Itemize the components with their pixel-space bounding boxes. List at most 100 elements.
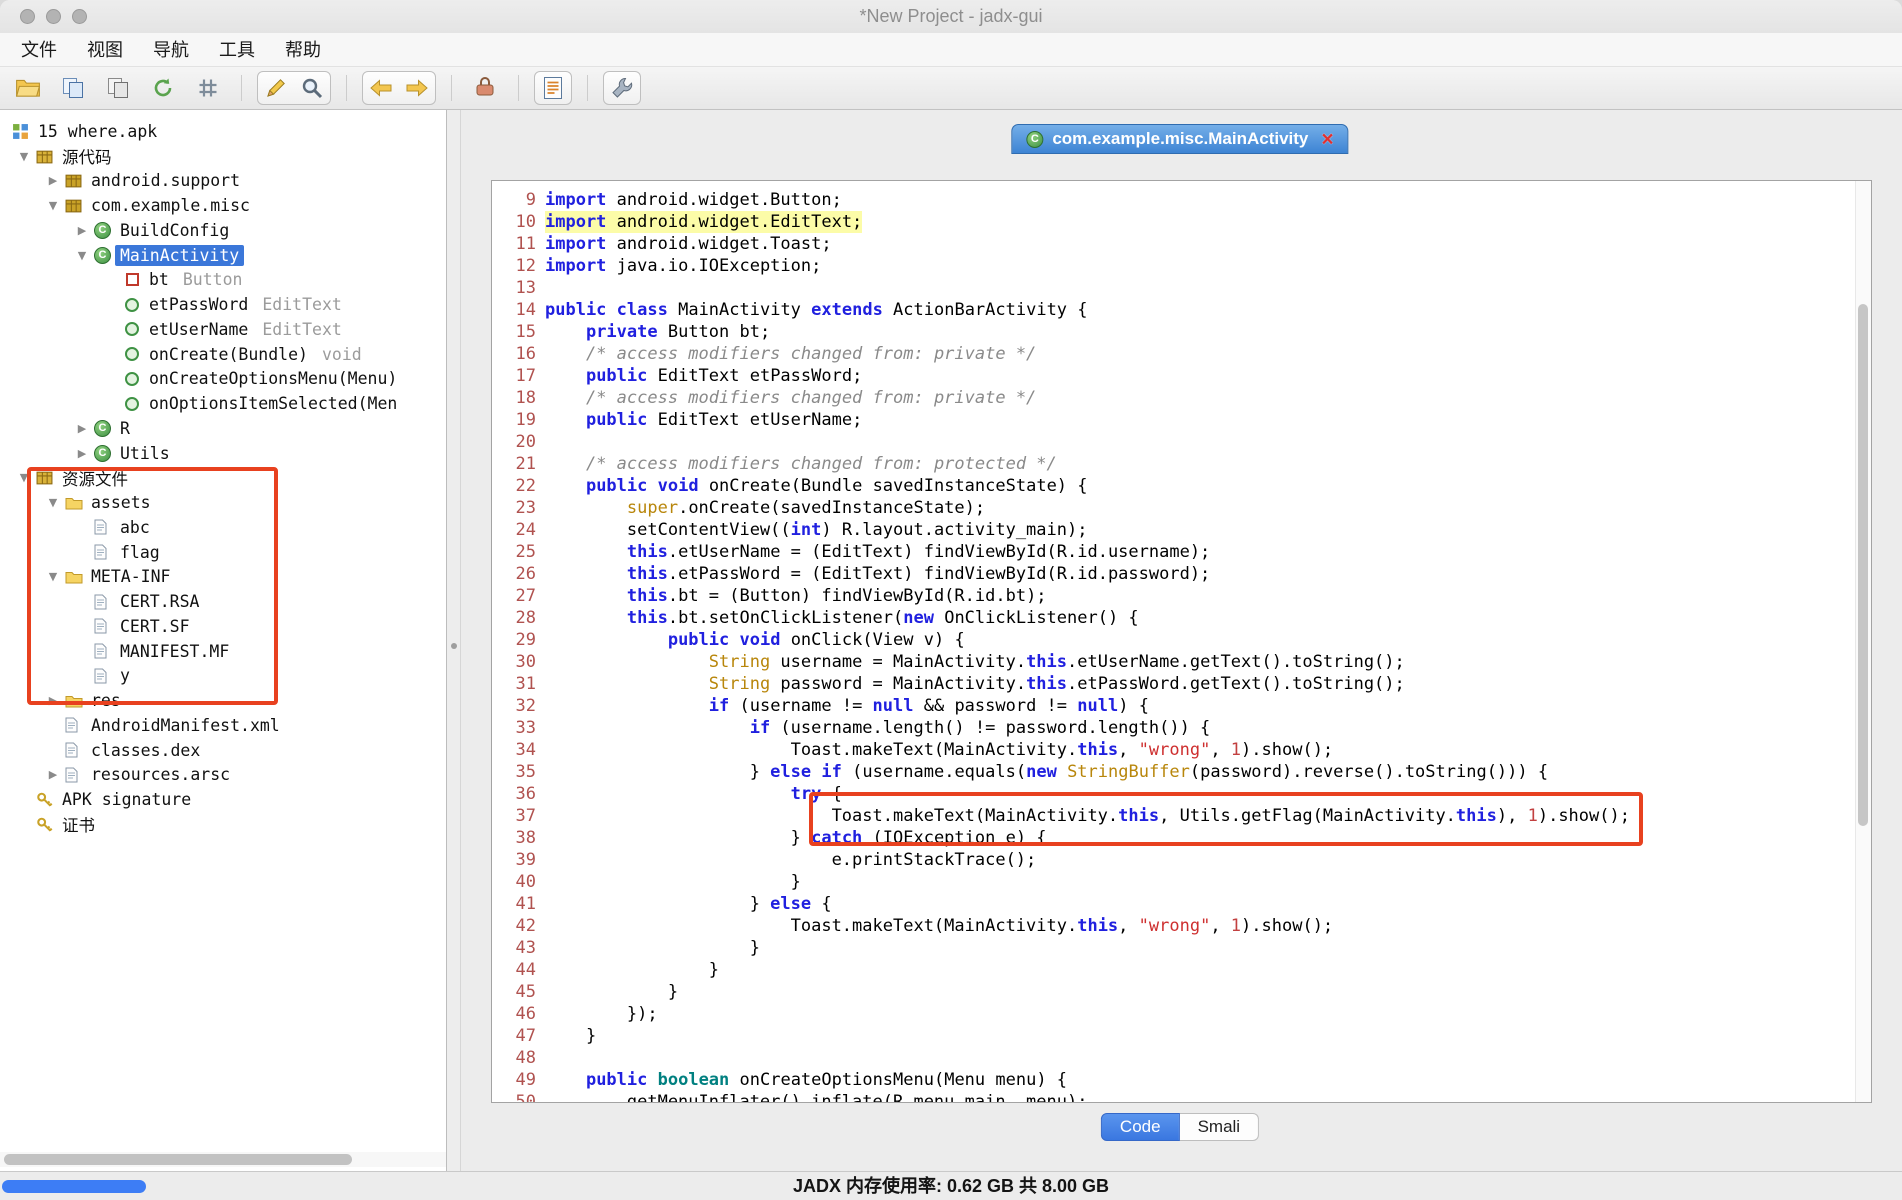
code-line-36[interactable]: 36 try { [492, 783, 1871, 805]
tree-item-onoptionsitemselected-men[interactable]: onOptionsItemSelected(Men [0, 391, 446, 416]
tree-item-buildconfig[interactable]: ▶ C BuildConfig [0, 218, 446, 243]
tree-item-y[interactable]: y [0, 664, 446, 689]
code-line-15[interactable]: 15 private Button bt; [492, 321, 1871, 343]
expand-arrow-icon[interactable]: ▶ [41, 694, 65, 707]
editor-vertical-scrollbar[interactable] [1855, 181, 1871, 1102]
expand-arrow-icon[interactable]: ▼ [41, 570, 65, 583]
code-editor[interactable]: 9 import android.widget.Button; 10 import a… [491, 180, 1872, 1103]
forward-button[interactable] [399, 72, 435, 104]
search-button[interactable] [294, 72, 330, 104]
open-file-button[interactable] [10, 72, 46, 104]
tab-mainactivity[interactable]: C com.example.misc.MainActivity × [1011, 124, 1349, 154]
code-line-32[interactable]: 32 if (username != null && password != n… [492, 695, 1871, 717]
code-line-41[interactable]: 41 } else { [492, 893, 1871, 915]
code-line-21[interactable]: 21 /* access modifiers changed from: pro… [492, 453, 1871, 475]
code-line-39[interactable]: 39 e.printStackTrace(); [492, 849, 1871, 871]
tree-horizontal-scrollbar[interactable] [0, 1152, 446, 1167]
expand-arrow-icon[interactable]: ▼ [41, 199, 65, 212]
code-line-49[interactable]: 49 public boolean onCreateOptionsMenu(Me… [492, 1069, 1871, 1091]
save-all-button[interactable] [55, 72, 91, 104]
expand-arrow-icon[interactable]: ▶ [41, 768, 65, 781]
code-line-20[interactable]: 20 [492, 431, 1871, 453]
expand-arrow-icon[interactable]: ▼ [12, 471, 36, 484]
code-line-38[interactable]: 38 } catch (IOException e) { [492, 827, 1871, 849]
tree-item-utils[interactable]: ▶ C Utils [0, 441, 446, 466]
tree-item-meta-inf[interactable]: ▼ META-INF [0, 565, 446, 590]
code-line-33[interactable]: 33 if (username.length() != password.len… [492, 717, 1871, 739]
code-line-42[interactable]: 42 Toast.makeText(MainActivity.this, "wr… [492, 915, 1871, 937]
export-button[interactable] [100, 72, 136, 104]
tree-item-flag[interactable]: flag [0, 540, 446, 565]
quark-button[interactable] [467, 72, 503, 104]
menu-help[interactable]: 帮助 [270, 33, 336, 67]
code-line-28[interactable]: 28 this.bt.setOnClickListener(new OnClic… [492, 607, 1871, 629]
code-line-13[interactable]: 13 [492, 277, 1871, 299]
code-line-10[interactable]: 10 import android.widget.EditText; [492, 211, 1871, 233]
tree-item-item-28[interactable]: 证书 [0, 812, 446, 837]
menu-view[interactable]: 视图 [72, 33, 138, 67]
tree-item-item-14[interactable]: ▼ 资源文件 [0, 466, 446, 491]
tab-close-icon[interactable]: × [1321, 129, 1333, 150]
expand-arrow-icon[interactable]: ▶ [70, 447, 94, 460]
tree-item-manifest-mf[interactable]: MANIFEST.MF [0, 639, 446, 664]
expand-arrow-icon[interactable]: ▼ [70, 249, 94, 262]
code-line-27[interactable]: 27 this.bt = (Button) findViewById(R.id.… [492, 585, 1871, 607]
tree-item-apk-signature[interactable]: APK signature [0, 787, 446, 812]
code-line-48[interactable]: 48 [492, 1047, 1871, 1069]
code-line-35[interactable]: 35 } else if (username.equals(new String… [492, 761, 1871, 783]
back-button[interactable] [363, 72, 399, 104]
tree-item-classes-dex[interactable]: classes.dex [0, 738, 446, 763]
tree-item-etusername[interactable]: etUserName EditText [0, 317, 446, 342]
code-line-50[interactable]: 50 getMenuInflater().inflate(R.menu.main… [492, 1091, 1871, 1102]
code-line-12[interactable]: 12 import java.io.IOException; [492, 255, 1871, 277]
code-line-25[interactable]: 25 this.etUserName = (EditText) findView… [492, 541, 1871, 563]
tree-item-android-support[interactable]: ▶ android.support [0, 169, 446, 194]
code-line-14[interactable]: 14 public class MainActivity extends Acti… [492, 299, 1871, 321]
tree-hscroll-thumb[interactable] [4, 1154, 352, 1165]
tree-item-cert-rsa[interactable]: CERT.RSA [0, 589, 446, 614]
reload-button[interactable] [145, 72, 181, 104]
code-line-18[interactable]: 18 /* access modifiers changed from: pri… [492, 387, 1871, 409]
expand-arrow-icon[interactable]: ▼ [41, 496, 65, 509]
deobfuscation-button[interactable] [258, 72, 294, 104]
expand-arrow-icon[interactable]: ▶ [70, 422, 94, 435]
code-line-23[interactable]: 23 super.onCreate(savedInstanceState); [492, 497, 1871, 519]
smali-view-button[interactable]: Smali [1179, 1113, 1260, 1141]
preferences-button[interactable] [604, 72, 640, 104]
tree-item-r[interactable]: ▶ C R [0, 416, 446, 441]
panel-splitter[interactable] [446, 110, 461, 1171]
expand-arrow-icon[interactable]: ▶ [41, 174, 65, 187]
code-line-46[interactable]: 46 }); [492, 1003, 1871, 1025]
tree-item-15-where-apk[interactable]: 15 where.apk [0, 119, 446, 144]
code-line-30[interactable]: 30 String username = MainActivity.this.e… [492, 651, 1871, 673]
tree-item-etpassword[interactable]: etPassWord EditText [0, 292, 446, 317]
tree-item-androidmanifest-xml[interactable]: AndroidManifest.xml [0, 713, 446, 738]
tree-item-abc[interactable]: abc [0, 515, 446, 540]
tree-item-assets[interactable]: ▼ assets [0, 490, 446, 515]
code-line-47[interactable]: 47 } [492, 1025, 1871, 1047]
tree-item-com-example-misc[interactable]: ▼ com.example.misc [0, 193, 446, 218]
tree-item-mainactivity[interactable]: ▼ C MainActivity [0, 243, 446, 268]
code-view-button[interactable]: Code [1100, 1113, 1180, 1141]
code-line-26[interactable]: 26 this.etPassWord = (EditText) findView… [492, 563, 1871, 585]
code-line-16[interactable]: 16 /* access modifiers changed from: pri… [492, 343, 1871, 365]
menu-tools[interactable]: 工具 [204, 33, 270, 67]
code-line-11[interactable]: 11 import android.widget.Toast; [492, 233, 1871, 255]
code-line-43[interactable]: 43 } [492, 937, 1871, 959]
code-line-22[interactable]: 22 public void onCreate(Bundle savedInst… [492, 475, 1871, 497]
log-viewer-button[interactable] [535, 72, 571, 104]
code-line-29[interactable]: 29 public void onClick(View v) { [492, 629, 1871, 651]
menu-file[interactable]: 文件 [6, 33, 72, 67]
tree-item-item-1[interactable]: ▼ 源代码 [0, 144, 446, 169]
tree-item-bt[interactable]: bt Button [0, 268, 446, 293]
code-line-9[interactable]: 9 import android.widget.Button; [492, 189, 1871, 211]
code-line-45[interactable]: 45 } [492, 981, 1871, 1003]
code-line-31[interactable]: 31 String password = MainActivity.this.e… [492, 673, 1871, 695]
editor-vscroll-thumb[interactable] [1858, 304, 1868, 826]
tree-item-res[interactable]: ▶ res [0, 688, 446, 713]
tree-item-resources-arsc[interactable]: ▶ resources.arsc [0, 763, 446, 788]
tree-item-cert-sf[interactable]: CERT.SF [0, 614, 446, 639]
code-line-40[interactable]: 40 } [492, 871, 1871, 893]
expand-arrow-icon[interactable]: ▶ [70, 224, 94, 237]
code-line-37[interactable]: 37 Toast.makeText(MainActivity.this, Uti… [492, 805, 1871, 827]
